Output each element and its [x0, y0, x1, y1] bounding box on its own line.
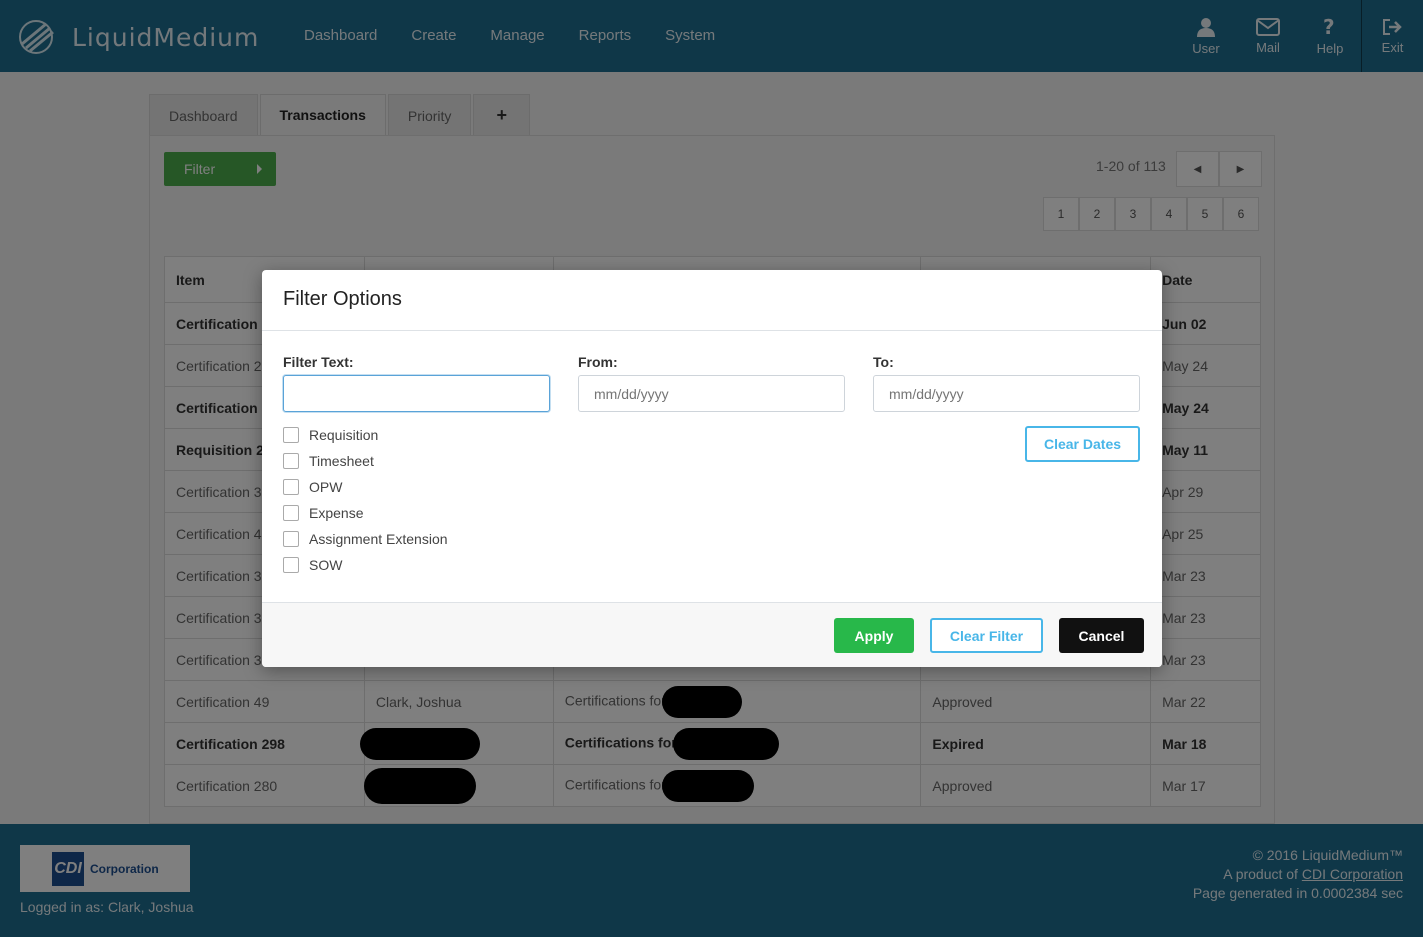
apply-button[interactable]: Apply — [834, 618, 914, 653]
requisition-checkbox[interactable] — [283, 427, 299, 443]
type-option-opw: OPW — [283, 479, 342, 495]
modal-header: Filter Options — [262, 270, 1162, 331]
to-date-input[interactable] — [873, 375, 1140, 412]
assignment-extension-label[interactable]: Assignment Extension — [309, 531, 448, 547]
opw-label[interactable]: OPW — [309, 479, 342, 495]
type-option-timesheet: Timesheet — [283, 453, 374, 469]
requisition-label[interactable]: Requisition — [309, 427, 378, 443]
type-option-sow: SOW — [283, 557, 342, 573]
timesheet-checkbox[interactable] — [283, 453, 299, 469]
to-label: To: — [873, 354, 894, 370]
clear-dates-button[interactable]: Clear Dates — [1025, 426, 1140, 462]
from-label: From: — [578, 354, 618, 370]
modal-footer: Apply Clear Filter Cancel — [262, 602, 1162, 667]
type-option-requisition: Requisition — [283, 427, 378, 443]
modal-title: Filter Options — [283, 288, 402, 310]
type-option-assignment-extension: Assignment Extension — [283, 531, 448, 547]
type-option-expense: Expense — [283, 505, 363, 521]
assignment-extension-checkbox[interactable] — [283, 531, 299, 547]
clear-filter-button[interactable]: Clear Filter — [930, 618, 1043, 653]
expense-checkbox[interactable] — [283, 505, 299, 521]
filter-options-modal: Filter Options Filter Text: From: To: Cl… — [262, 270, 1162, 667]
modal-body: Filter Text: From: To: Clear Dates Requi… — [262, 331, 1162, 602]
cancel-button[interactable]: Cancel — [1059, 618, 1144, 653]
expense-label[interactable]: Expense — [309, 505, 363, 521]
filter-text-label: Filter Text: — [283, 354, 354, 370]
timesheet-label[interactable]: Timesheet — [309, 453, 374, 469]
sow-checkbox[interactable] — [283, 557, 299, 573]
sow-label[interactable]: SOW — [309, 557, 342, 573]
filter-text-input[interactable] — [283, 375, 550, 412]
opw-checkbox[interactable] — [283, 479, 299, 495]
from-date-input[interactable] — [578, 375, 845, 412]
